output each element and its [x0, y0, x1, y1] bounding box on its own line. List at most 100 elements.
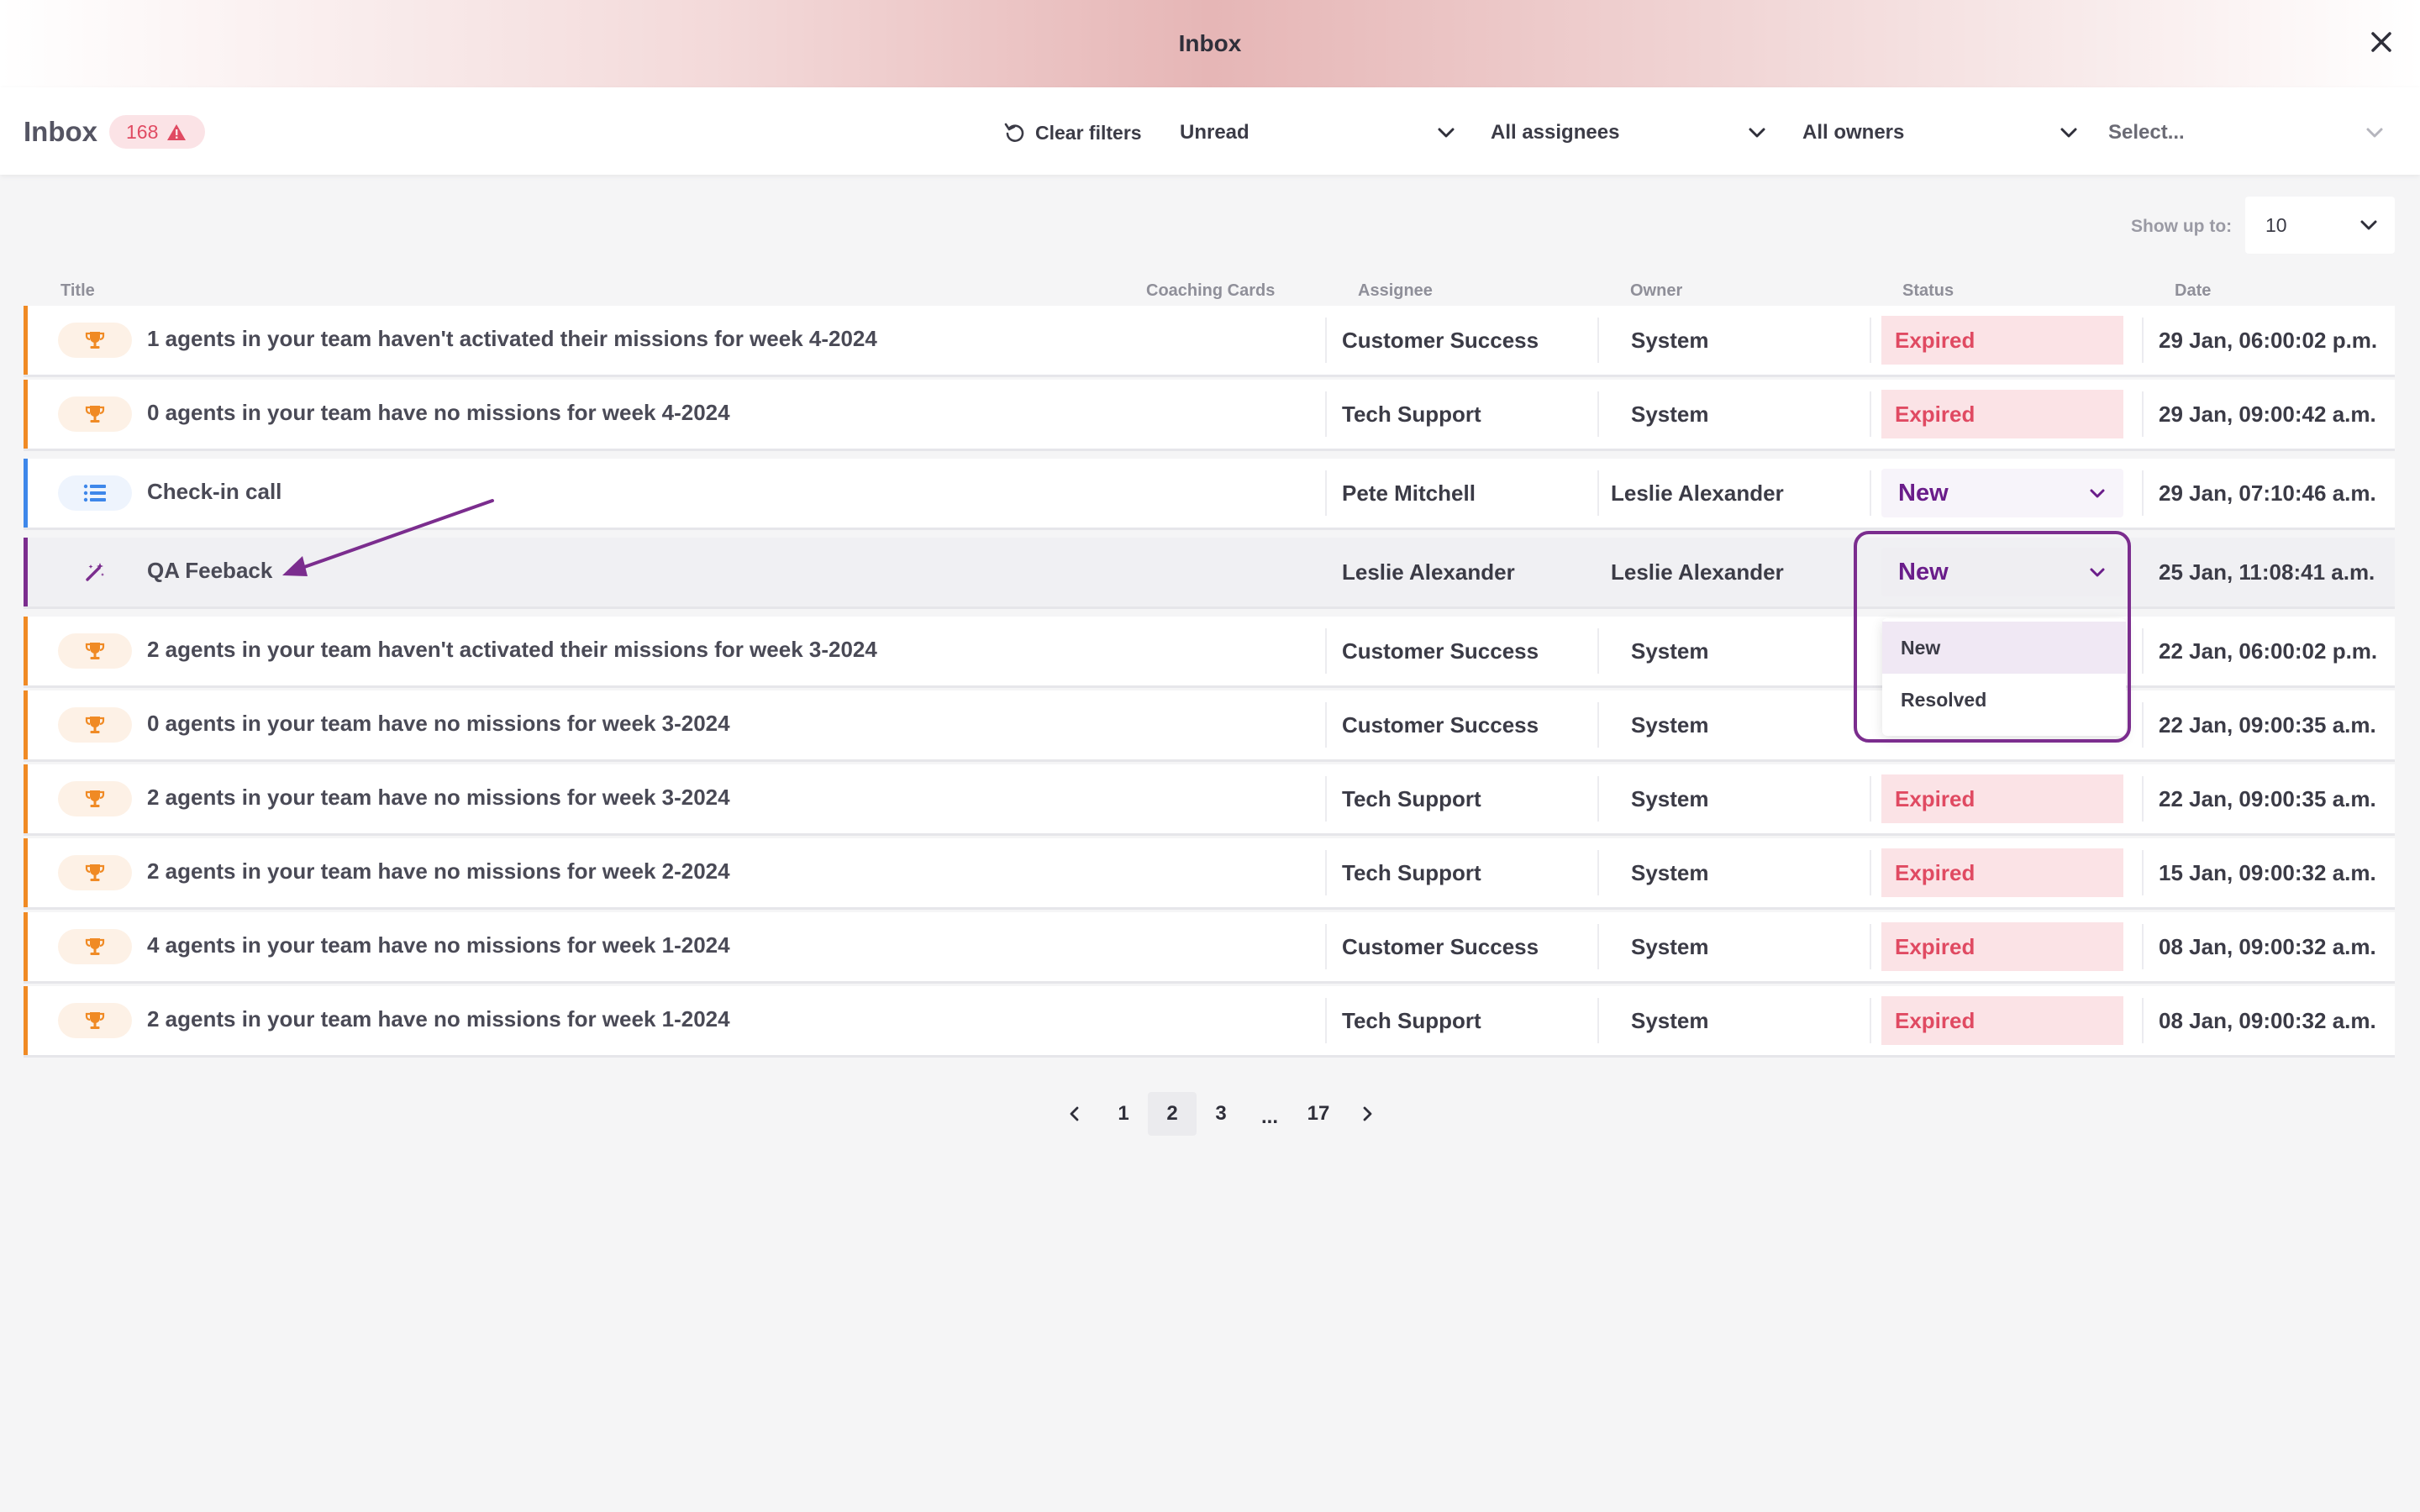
row-title: QA Feeback: [147, 558, 273, 583]
column-header-title[interactable]: Title: [60, 281, 95, 301]
row-owner: System: [1631, 711, 1709, 738]
close-button[interactable]: [2365, 25, 2398, 59]
row-title: 1 agents in your team haven't activated …: [147, 326, 877, 351]
page-1-button[interactable]: 1: [1099, 1092, 1148, 1136]
row-assignee: Pete Mitchell: [1342, 480, 1476, 506]
row-assignee: Tech Support: [1342, 785, 1481, 811]
table-row[interactable]: 1 agents in your team haven't activated …: [24, 306, 2395, 375]
type-filter-placeholder: Select...: [2108, 121, 2185, 144]
row-date: 29 Jan, 06:00:02 p.m.: [2159, 327, 2378, 353]
table-row[interactable]: 2 agents in your team have no missions f…: [24, 838, 2395, 907]
row-title: 2 agents in your team have no missions f…: [147, 1006, 730, 1032]
column-header-date[interactable]: Date: [2175, 281, 2211, 301]
magic-wand-icon: [58, 554, 132, 590]
row-owner: System: [1631, 785, 1709, 811]
chevron-down-icon: [2090, 568, 2105, 577]
page-size-select[interactable]: 10: [2245, 197, 2395, 254]
assignee-filter-value: All assignees: [1491, 121, 1620, 144]
divider: [1597, 850, 1599, 895]
next-page-button[interactable]: [1343, 1092, 1392, 1136]
divider: [1325, 924, 1327, 969]
clear-filters-button[interactable]: Clear filters: [1003, 118, 1142, 148]
list-icon: [58, 475, 132, 511]
page-ellipsis: ...: [1260, 1105, 1278, 1128]
row-date: 29 Jan, 09:00:42 a.m.: [2159, 401, 2376, 427]
row-owner: System: [1631, 638, 1709, 664]
row-title: 2 agents in your team have no missions f…: [147, 785, 730, 810]
divider: [2142, 470, 2144, 516]
divider: [1597, 998, 1599, 1043]
row-date: 29 Jan, 07:10:46 a.m.: [2159, 480, 2376, 506]
divider: [1870, 924, 1871, 969]
status-select-value: New: [1898, 479, 1949, 507]
column-header-assignee[interactable]: Assignee: [1358, 281, 1433, 301]
type-filter[interactable]: Select...: [2108, 109, 2386, 156]
status-option-resolved[interactable]: Resolved: [1882, 674, 2126, 726]
column-header-coaching-cards[interactable]: Coaching Cards: [1146, 281, 1275, 301]
divider: [2142, 998, 2144, 1043]
chevron-down-icon: [2060, 128, 2077, 138]
row-owner: System: [1631, 401, 1709, 427]
page-2-button[interactable]: 2: [1148, 1092, 1197, 1136]
row-owner: System: [1631, 327, 1709, 353]
divider: [1597, 702, 1599, 748]
table-row[interactable]: 2 agents in your team have no missions f…: [24, 764, 2395, 833]
trophy-icon: [58, 855, 132, 890]
inbox-count: 168: [126, 120, 159, 143]
chevron-down-icon: [2090, 489, 2105, 498]
chevron-right-icon: [1363, 1106, 1372, 1121]
row-assignee: Customer Success: [1342, 327, 1539, 353]
trophy-icon: [58, 781, 132, 816]
status-badge: Expired: [1881, 848, 2123, 897]
row-assignee: Leslie Alexander: [1342, 559, 1515, 585]
table-row[interactable]: Check-in call Pete Mitchell Leslie Alexa…: [24, 459, 2395, 528]
read-status-filter[interactable]: Unread: [1180, 109, 1457, 156]
status-select[interactable]: New: [1881, 548, 2123, 596]
trophy-icon: [58, 323, 132, 358]
status-badge: Expired: [1881, 316, 2123, 365]
page-size-label: Show up to:: [2131, 217, 2233, 236]
status-badge: Expired: [1881, 774, 2123, 823]
row-date: 15 Jan, 09:00:32 a.m.: [2159, 859, 2376, 885]
owner-filter-value: All owners: [1802, 121, 1905, 144]
status-dropdown-menu: New Resolved: [1882, 618, 2126, 736]
divider: [1325, 628, 1327, 674]
row-date: 22 Jan, 09:00:35 a.m.: [2159, 785, 2376, 811]
inbox-count-badge: 168: [109, 115, 206, 149]
row-owner: Leslie Alexander: [1611, 559, 1784, 585]
column-header-owner[interactable]: Owner: [1630, 281, 1682, 301]
chevron-down-icon: [1749, 128, 1765, 138]
previous-page-button[interactable]: [1050, 1092, 1099, 1136]
status-badge: Expired: [1881, 922, 2123, 971]
divider: [2142, 391, 2144, 437]
divider: [2142, 850, 2144, 895]
row-date: 08 Jan, 09:00:32 a.m.: [2159, 1007, 2376, 1033]
status-option-new[interactable]: New: [1882, 622, 2126, 674]
table-row[interactable]: 2 agents in your team have no missions f…: [24, 986, 2395, 1055]
status-select[interactable]: New: [1881, 469, 2123, 517]
row-assignee: Tech Support: [1342, 859, 1481, 885]
status-select-value: New: [1898, 558, 1949, 585]
table-row[interactable]: QA Feeback Leslie Alexander Leslie Alexa…: [24, 538, 2395, 606]
divider: [1325, 391, 1327, 437]
row-date: 22 Jan, 06:00:02 p.m.: [2159, 638, 2378, 664]
page-size-value: 10: [2265, 213, 2287, 236]
window-titlebar: Inbox: [0, 0, 2420, 87]
warning-icon: [167, 124, 187, 140]
row-assignee: Customer Success: [1342, 638, 1539, 664]
table-row[interactable]: 0 agents in your team have no missions f…: [24, 380, 2395, 449]
divider: [1597, 391, 1599, 437]
table-row[interactable]: 4 agents in your team have no missions f…: [24, 912, 2395, 981]
row-title: 2 agents in your team haven't activated …: [147, 637, 877, 662]
column-header-status[interactable]: Status: [1902, 281, 1954, 301]
row-assignee: Tech Support: [1342, 401, 1481, 427]
status-badge: Expired: [1881, 390, 2123, 438]
assignee-filter[interactable]: All assignees: [1491, 109, 1768, 156]
divider: [2142, 628, 2144, 674]
page-3-button[interactable]: 3: [1197, 1092, 1245, 1136]
status-badge: Expired: [1881, 996, 2123, 1045]
row-assignee: Customer Success: [1342, 711, 1539, 738]
row-title: 4 agents in your team have no missions f…: [147, 932, 730, 958]
page-17-button[interactable]: 17: [1294, 1092, 1343, 1136]
owner-filter[interactable]: All owners: [1802, 109, 2080, 156]
